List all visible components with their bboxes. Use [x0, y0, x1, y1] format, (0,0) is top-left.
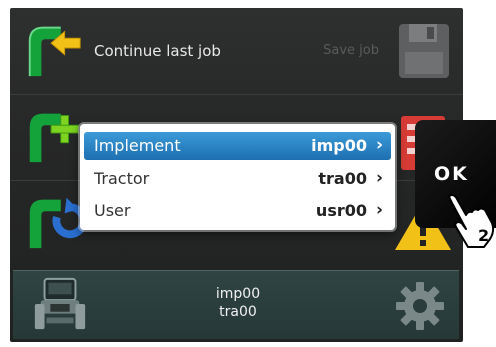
chevron-right-icon: › [375, 200, 383, 220]
save-job-label[interactable]: Save job [323, 43, 379, 58]
popup-item-implement[interactable]: Implement imp00 › [84, 132, 391, 160]
refresh-icon [29, 197, 84, 249]
continue-last-job-label: Continue last job [94, 42, 221, 60]
gear-icon[interactable] [395, 281, 445, 331]
popup-item-label: Tractor [94, 169, 150, 188]
tractor-icon [34, 277, 86, 330]
continue-arrow-icon [28, 26, 81, 77]
popup-item-label: User [94, 201, 131, 220]
chevron-right-icon: › [375, 168, 383, 188]
popup-item-label: Implement [94, 136, 181, 155]
popup-item-value: usr00 [315, 201, 367, 220]
menu-row-continue[interactable]: Continue last job Save job [10, 8, 463, 92]
popup-item-value: tra00 [318, 169, 367, 188]
popup-item-value: imp00 [311, 136, 367, 155]
status-bar: imp00 tra00 [13, 270, 459, 339]
status-tractor: tra00 [219, 304, 257, 320]
popup-item-tractor[interactable]: Tractor tra00 › [84, 165, 391, 193]
status-implement: imp00 [215, 286, 261, 302]
step-number: 2 [478, 226, 490, 245]
selection-popup: Implement imp00 › Tractor tra00 › User u… [80, 124, 395, 230]
new-job-plus-icon [29, 113, 79, 163]
ok-key-label: OK [434, 163, 469, 185]
floppy-disk-icon[interactable] [391, 18, 455, 82]
chevron-right-icon: › [375, 135, 383, 155]
popup-item-user[interactable]: User usr00 › [84, 197, 391, 225]
pointing-hand-icon [448, 194, 495, 248]
